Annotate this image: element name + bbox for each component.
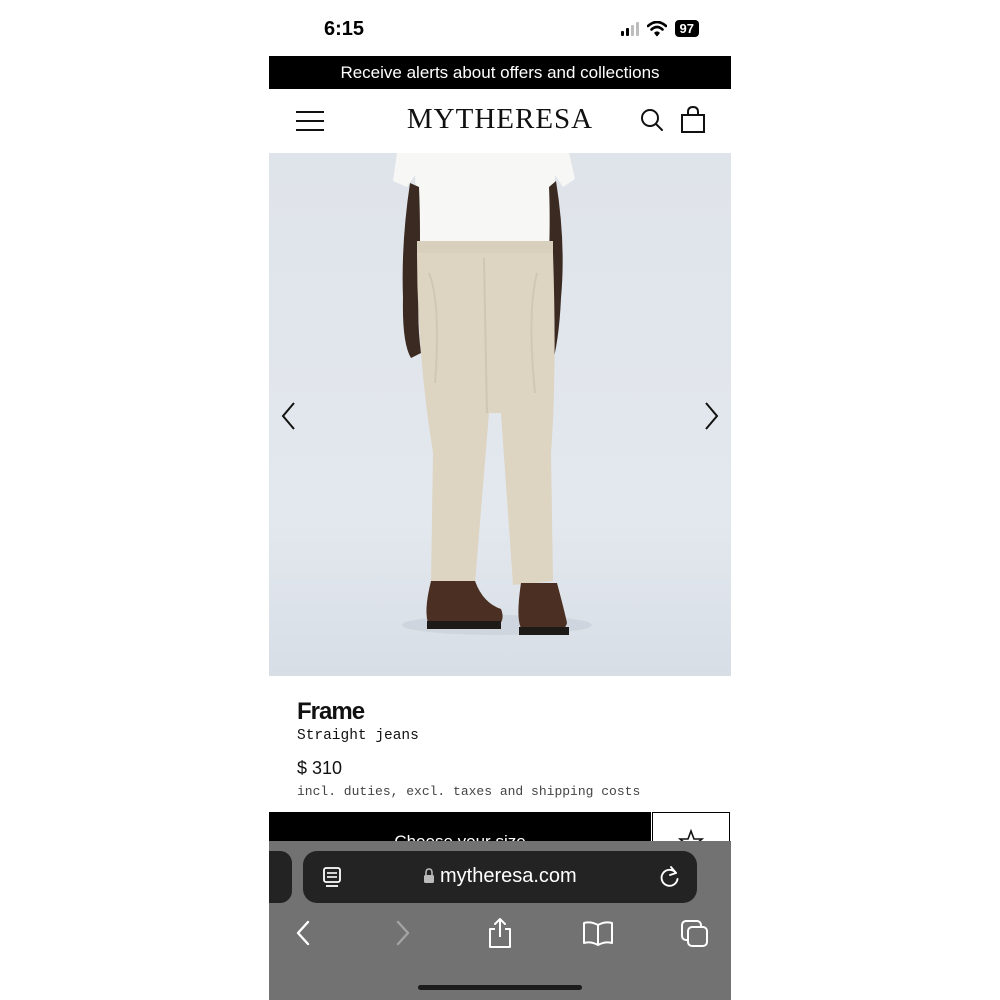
status-time: 6:15 <box>324 18 365 40</box>
browser-toolbar: mytheresa.com <box>269 841 731 1000</box>
tabs-icon[interactable] <box>680 919 710 949</box>
forward-icon[interactable] <box>393 919 413 947</box>
previous-tab[interactable] <box>269 851 292 903</box>
signal-icon <box>620 21 639 36</box>
bookmarks-icon[interactable] <box>582 919 614 947</box>
search-icon[interactable] <box>640 108 664 132</box>
product-image[interactable] <box>269 153 731 676</box>
status-icons: 97 <box>620 20 699 37</box>
share-icon[interactable] <box>487 917 513 949</box>
wifi-icon <box>646 20 667 36</box>
battery-icon: 97 <box>674 20 699 37</box>
price-note: incl. duties, excl. taxes and shipping c… <box>297 784 641 799</box>
product-brand[interactable]: Frame <box>297 698 365 726</box>
site-header: MYTHERESA <box>269 89 731 153</box>
back-icon[interactable] <box>293 919 313 947</box>
home-indicator <box>418 985 582 990</box>
chevron-right-icon[interactable] <box>701 401 721 431</box>
bag-icon[interactable] <box>680 106 706 134</box>
promo-banner[interactable]: Receive alerts about offers and collecti… <box>269 56 731 89</box>
lock-icon <box>424 868 434 883</box>
product-name: Straight jeans <box>297 728 419 744</box>
phone-screen: 6:15 97 Receive alerts about offers and … <box>269 0 731 1000</box>
address-bar[interactable]: mytheresa.com <box>303 851 697 903</box>
reader-icon[interactable] <box>322 866 342 888</box>
reload-icon[interactable] <box>659 865 681 889</box>
chevron-left-icon[interactable] <box>279 401 299 431</box>
model-photo <box>393 153 592 635</box>
product-price: $ 310 <box>297 758 343 778</box>
url-text: mytheresa.com <box>440 865 577 887</box>
